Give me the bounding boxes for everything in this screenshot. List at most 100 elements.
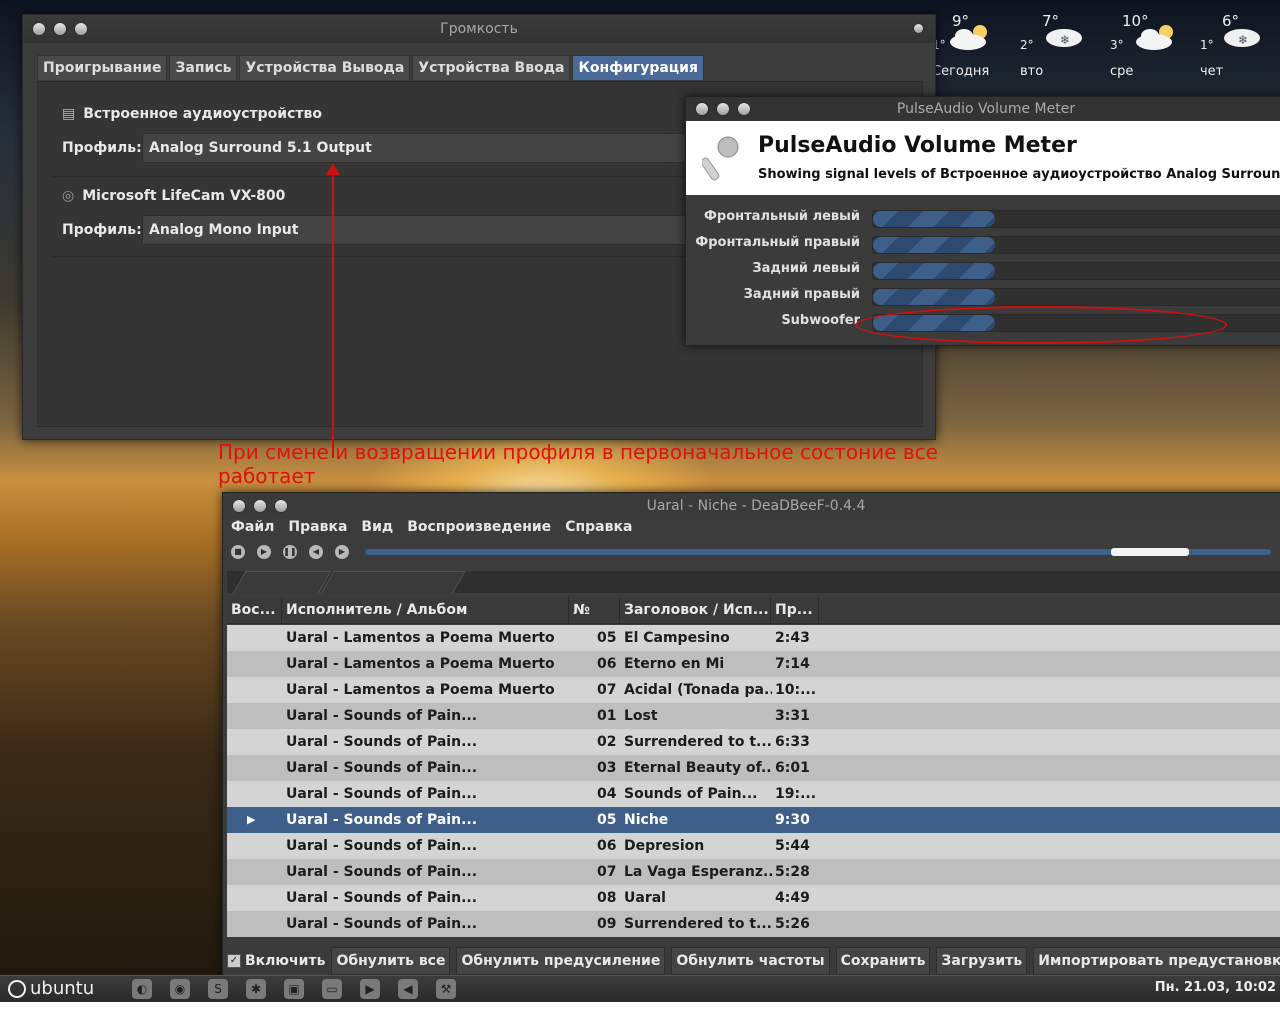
clock[interactable]: Пн. 21.03, 10:02 xyxy=(1155,980,1276,995)
playlist-row[interactable]: Uaral - Sounds of Pain... 08 Uaral 4:49 xyxy=(227,885,1280,911)
tab-recording[interactable]: Запись xyxy=(169,55,238,80)
microphone-icon xyxy=(702,136,739,181)
close-button[interactable] xyxy=(33,23,45,35)
volume-tabs: Проигрывание Запись Устройства Вывода Ус… xyxy=(37,55,704,80)
playlist-row[interactable]: Uaral - Lamentos a Poema Muerto 07 Acidal … xyxy=(227,677,1280,703)
next-icon[interactable]: ▶ xyxy=(335,545,349,559)
column-track-number[interactable]: № xyxy=(569,597,620,623)
enable-checkbox[interactable]: ✓ Включить xyxy=(227,953,325,969)
playlist-row[interactable]: Uaral - Sounds of Pain... 03 Eternal Beaut… xyxy=(227,755,1280,781)
playlist-tab[interactable] xyxy=(232,571,332,594)
seek-bar[interactable] xyxy=(365,548,1271,556)
playlist-tab[interactable] xyxy=(320,571,466,594)
back-icon[interactable]: ◀ xyxy=(398,979,418,999)
meter-titlebar[interactable]: PulseAudio Volume Meter xyxy=(686,97,1280,121)
load-button[interactable]: Загрузить xyxy=(936,947,1028,975)
minimize-button[interactable] xyxy=(54,23,66,35)
menu-view[interactable]: Вид xyxy=(361,519,393,541)
minimize-button[interactable] xyxy=(254,500,266,512)
profile-dropdown[interactable]: Analog Mono Input xyxy=(142,215,712,245)
menu-edit[interactable]: Правка xyxy=(288,519,347,541)
level-fill xyxy=(873,211,995,227)
playlist-row[interactable]: Uaral - Sounds of Pain... 01 Lost 3:31 xyxy=(227,703,1280,729)
checkbox-icon[interactable]: ✓ xyxy=(227,954,241,968)
maximize-button[interactable] xyxy=(75,23,87,35)
window-title: Uaral - Niche - DeaDBeeF-0.4.4 xyxy=(646,498,866,514)
cell-duration: 2:43 xyxy=(775,630,810,646)
cell-track-number: 01 xyxy=(597,708,617,724)
menu-file[interactable]: Файл xyxy=(231,519,274,541)
volume-titlebar[interactable]: Громкость xyxy=(23,15,935,43)
play-icon[interactable]: ▶ xyxy=(257,545,271,559)
minimize-button[interactable] xyxy=(717,103,729,115)
equalizer-toolbar: ✓ Включить Обнулить все Обнулить предуси… xyxy=(223,945,1280,977)
channel-label: Фронтальный правый xyxy=(695,235,860,250)
playlist-row[interactable]: Uaral - Sounds of Pain... 04 Sounds of Pai… xyxy=(227,781,1280,807)
maximize-button[interactable] xyxy=(738,103,750,115)
tab-input-devices[interactable]: Устройства Ввода xyxy=(412,55,571,80)
cell-track-number: 03 xyxy=(597,760,617,776)
level-fill xyxy=(873,237,995,253)
player-titlebar[interactable]: Uaral - Niche - DeaDBeeF-0.4.4 xyxy=(223,493,1280,519)
save-button[interactable]: Сохранить xyxy=(835,947,931,975)
playlist-row[interactable]: Uaral - Lamentos a Poema Muerto 05 El Camp… xyxy=(227,625,1280,651)
stop-icon[interactable]: ■ xyxy=(231,545,245,559)
playlist-row[interactable]: Uaral - Sounds of Pain... 02 Surrendered t… xyxy=(227,729,1280,755)
maximize-button[interactable] xyxy=(275,500,287,512)
cell-track-number: 06 xyxy=(597,656,617,672)
chromium-icon[interactable]: ◉ xyxy=(170,979,190,999)
playlist-row[interactable]: Uaral - Sounds of Pain... 09 Surrendered t… xyxy=(227,911,1280,937)
profile-dropdown[interactable]: Analog Surround 5.1 Output xyxy=(142,133,712,163)
enable-label: Включить xyxy=(245,953,326,969)
cell-artist: Uaral - Lamentos a Poema Muerto xyxy=(286,682,555,698)
cell-duration: 6:01 xyxy=(775,760,810,776)
channel-row: Задний левый xyxy=(686,259,1280,281)
tab-playback[interactable]: Проигрывание xyxy=(37,55,168,80)
cell-duration: 4:49 xyxy=(775,890,810,906)
window-title: Громкость xyxy=(440,21,518,37)
tab-output-devices[interactable]: Устройства Вывода xyxy=(239,55,411,80)
level-meter xyxy=(872,288,1280,306)
playlist-row[interactable]: Uaral - Lamentos a Poema Muerto 06 Eterno … xyxy=(227,651,1280,677)
terminal-icon[interactable]: ▭ xyxy=(322,979,342,999)
cell-artist: Uaral - Sounds of Pain... xyxy=(286,708,478,724)
previous-icon[interactable]: ◀ xyxy=(309,545,323,559)
playlist-row[interactable]: Uaral - Sounds of Pain... 06 Depresion 5:44 xyxy=(227,833,1280,859)
cell-duration: 5:44 xyxy=(775,838,810,854)
cell-duration: 5:26 xyxy=(775,916,810,932)
cell-title: Uaral xyxy=(624,890,666,906)
close-button[interactable] xyxy=(696,103,708,115)
tab-configuration[interactable]: Конфигурация xyxy=(572,55,704,80)
ubuntu-logo-icon xyxy=(8,979,26,998)
skype-icon[interactable]: S xyxy=(208,979,228,999)
pidgin-icon[interactable]: ✱ xyxy=(246,979,266,999)
menu-help[interactable]: Справка xyxy=(565,519,632,541)
deadbeef-icon[interactable]: ▶ xyxy=(360,979,380,999)
seek-position[interactable] xyxy=(1111,548,1190,556)
channel-label: Задний правый xyxy=(743,287,860,302)
column-title[interactable]: Заголовок / Исп... xyxy=(620,597,771,623)
cell-title: Surrendered to t... xyxy=(624,916,772,932)
column-duration[interactable]: Пр... xyxy=(771,597,819,623)
cell-title: Eterno en Mi xyxy=(624,656,725,672)
firefox-icon[interactable]: ◐ xyxy=(132,979,152,999)
cell-title: Niche xyxy=(624,812,669,828)
cell-artist: Uaral - Lamentos a Poema Muerto xyxy=(286,630,555,646)
resize-handle[interactable] xyxy=(914,24,923,33)
pause-icon[interactable]: ❚❚ xyxy=(283,545,297,559)
card-lifecam: ◎ Microsoft LifeCam VX-800 Профиль: Anal… xyxy=(62,188,712,245)
import-foobar-preset-button[interactable]: Импортировать предустановку Foobar xyxy=(1033,947,1280,975)
ubuntu-menu-button[interactable]: ubuntu xyxy=(8,978,94,999)
column-artist-album[interactable]: Исполнитель / Альбом xyxy=(282,597,569,623)
menu-playback[interactable]: Воспроизведение xyxy=(407,519,551,541)
playlist-row[interactable]: Uaral - Sounds of Pain... 07 La Vaga Esper… xyxy=(227,859,1280,885)
column-playing[interactable]: Вос... xyxy=(227,597,282,623)
reset-preamp-button[interactable]: Обнулить предусиление xyxy=(456,947,666,975)
package-icon[interactable]: ▣ xyxy=(284,979,304,999)
tools-icon[interactable]: ⚒ xyxy=(436,979,456,999)
ubuntu-label: ubuntu xyxy=(30,978,95,999)
reset-frequencies-button[interactable]: Обнулить частоты xyxy=(671,947,830,975)
close-button[interactable] xyxy=(233,500,245,512)
playlist-row[interactable]: ▶ Uaral - Sounds of Pain... 05 Niche 9:30 xyxy=(227,807,1280,833)
reset-all-button[interactable]: Обнулить все xyxy=(331,947,451,975)
